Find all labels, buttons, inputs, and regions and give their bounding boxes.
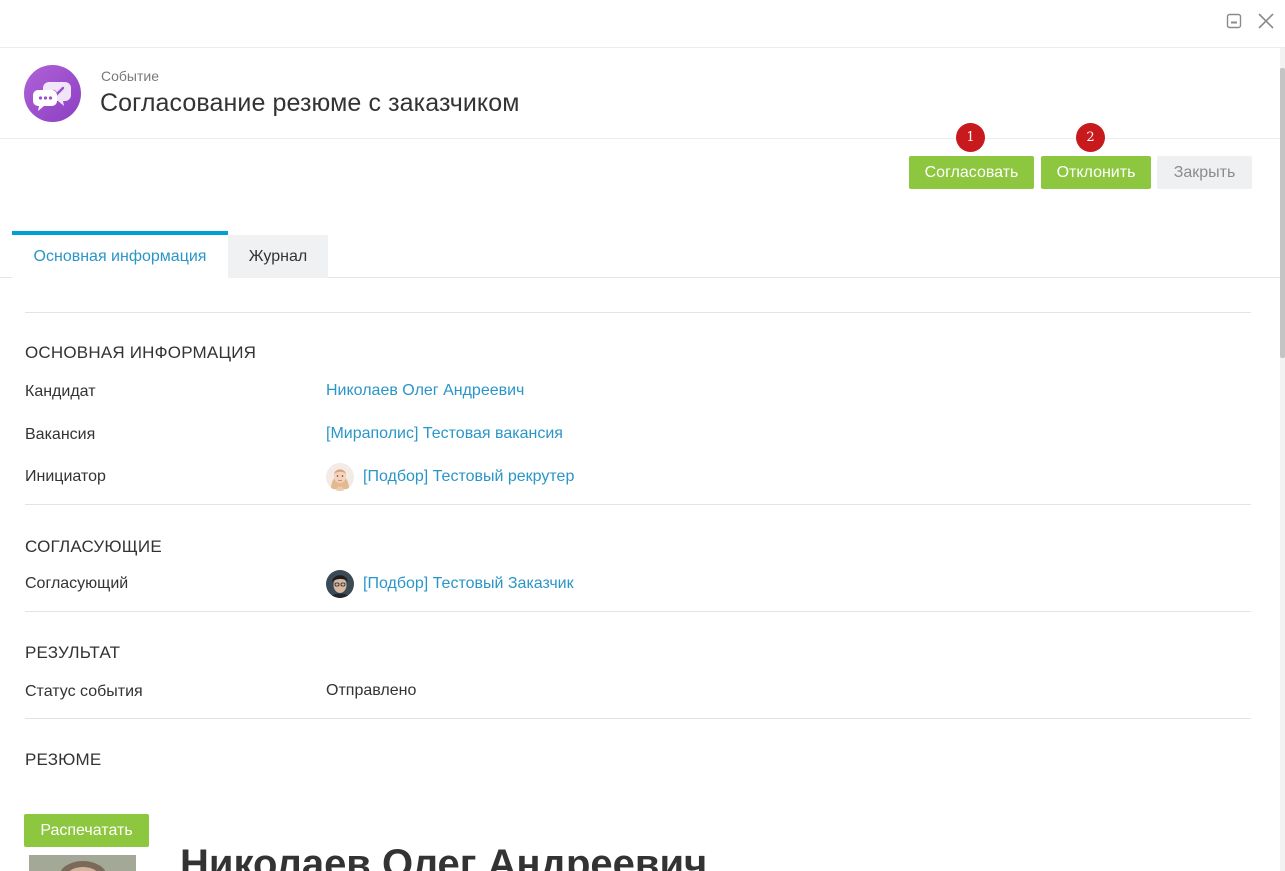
event-kind: Событие: [101, 68, 159, 84]
section-title-main: ОСНОВНАЯ ИНФОРМАЦИЯ: [25, 343, 257, 362]
avatar: [326, 463, 354, 491]
approver-label: Согласующий: [25, 575, 129, 592]
approver-link[interactable]: [Подбор] Тестовый Заказчик: [363, 575, 574, 593]
close-button[interactable]: Закрыть: [1157, 156, 1252, 189]
tab-bar: Основная информация Журнал: [0, 231, 1280, 279]
divider: [25, 611, 1251, 612]
approver-person[interactable]: [Подбор] Тестовый Заказчик: [326, 570, 574, 598]
candidate-link[interactable]: Николаев Олег Андреевич: [326, 382, 524, 400]
avatar: [326, 570, 354, 598]
page-title: Согласование резюме с заказчиком: [100, 89, 520, 117]
status-label: Статус события: [25, 683, 143, 700]
vacancy-label: Вакансия: [25, 426, 96, 443]
scrollbar[interactable]: [1280, 48, 1285, 871]
initiator-person[interactable]: [Подбор] Тестовый рекрутер: [326, 463, 574, 491]
status-value: Отправлено: [326, 682, 417, 699]
print-button[interactable]: Распечатать: [24, 814, 149, 847]
divider: [25, 312, 1251, 313]
divider: [25, 718, 1251, 719]
reject-button[interactable]: Отклонить: [1041, 156, 1151, 189]
scrollbar-thumb[interactable]: [1280, 68, 1285, 358]
tab-journal[interactable]: Журнал: [228, 235, 328, 278]
initiator-link[interactable]: [Подбор] Тестовый рекрутер: [363, 468, 574, 486]
resume-candidate-name: Николаев Олег Андреевич: [180, 842, 708, 871]
minimize-icon[interactable]: [1223, 10, 1245, 32]
section-title-resume: РЕЗЮМЕ: [25, 750, 102, 769]
window-bar: [0, 0, 1285, 48]
divider: [25, 504, 1251, 505]
candidate-photo: [29, 855, 136, 871]
initiator-label: Инициатор: [25, 468, 106, 485]
callout-badge-2: 2: [1076, 123, 1105, 152]
tab-main-info[interactable]: Основная информация: [12, 231, 228, 279]
callout-badge-1: 1: [956, 123, 985, 152]
chat-check-icon: [24, 65, 81, 122]
candidate-label: Кандидат: [25, 383, 96, 400]
close-icon[interactable]: [1255, 10, 1277, 32]
section-title-result: РЕЗУЛЬТАТ: [25, 643, 121, 662]
approve-button[interactable]: Согласовать: [909, 156, 1034, 189]
section-title-approvers: СОГЛАСУЮЩИЕ: [25, 537, 162, 556]
vacancy-link[interactable]: [Мираполис] Тестовая вакансия: [326, 425, 563, 443]
